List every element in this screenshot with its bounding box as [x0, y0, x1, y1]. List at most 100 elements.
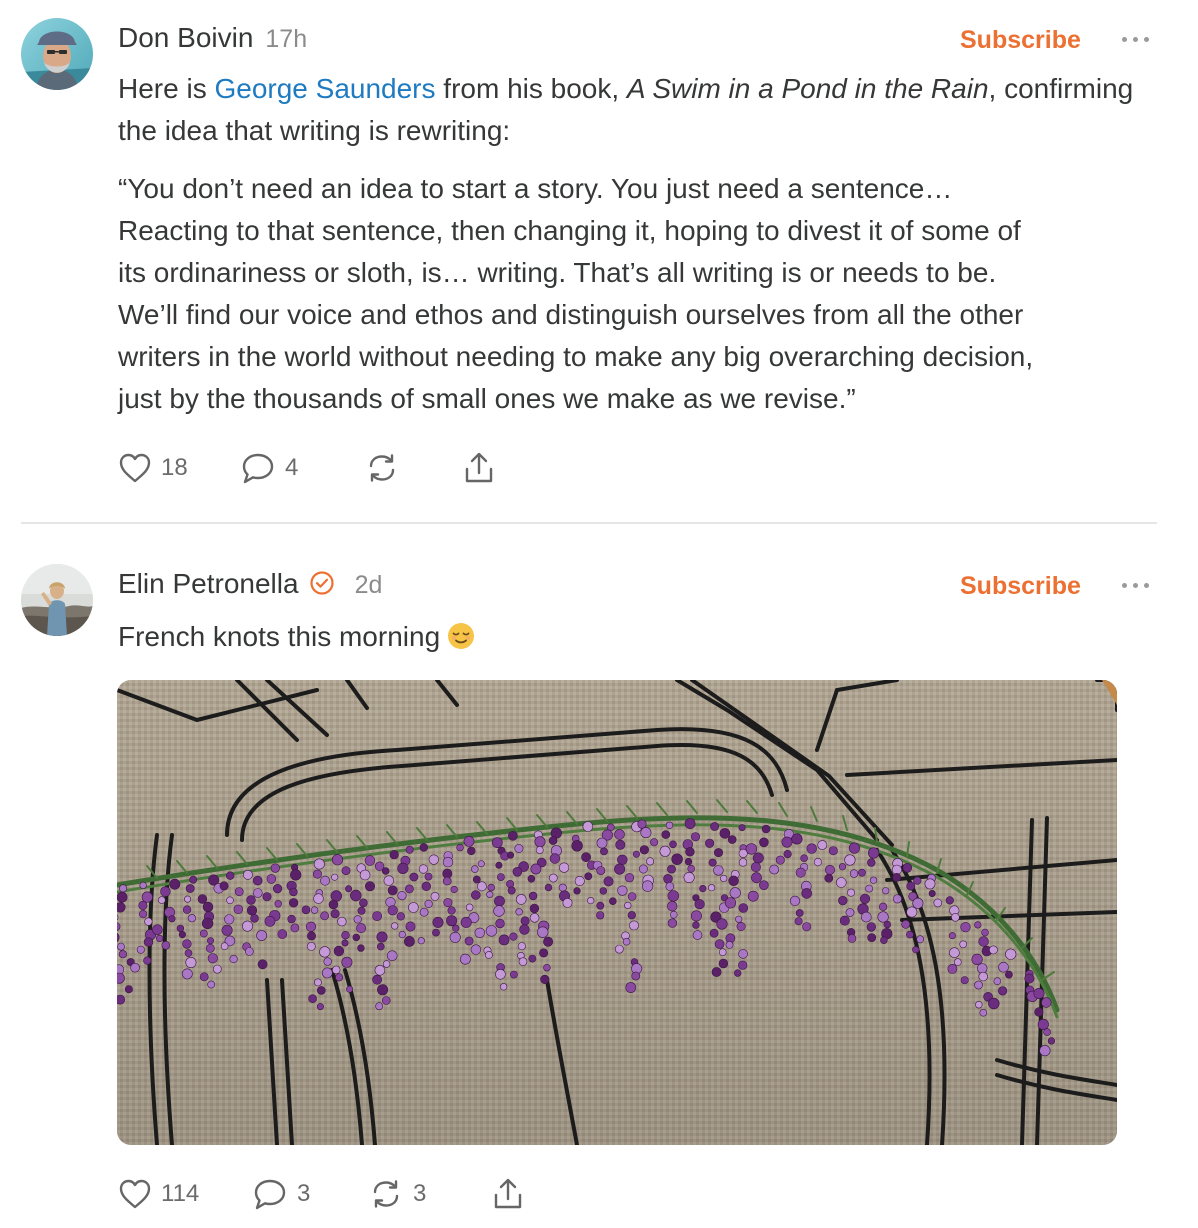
french-knot — [356, 923, 367, 934]
like-count: 18 — [161, 454, 188, 481]
author-link[interactable]: George Saunders — [214, 73, 435, 104]
author-name[interactable]: Don Boivin 17h — [118, 22, 307, 54]
french-knot — [614, 863, 626, 875]
share-button[interactable] — [490, 1174, 526, 1214]
french-knot — [637, 819, 647, 829]
restack-button[interactable] — [364, 448, 409, 488]
french-knot — [345, 885, 353, 893]
french-knot — [321, 967, 333, 979]
share-icon — [465, 452, 493, 483]
more-options-icon[interactable] — [1122, 36, 1152, 44]
french-knot — [509, 970, 518, 979]
share-button[interactable] — [461, 448, 497, 488]
french-knot — [535, 846, 544, 854]
comment-button[interactable]: 4 — [240, 448, 298, 488]
french-knot — [528, 954, 537, 963]
french-knot — [667, 918, 678, 928]
french-knot — [417, 937, 425, 945]
french-knot — [273, 884, 283, 894]
french-knot — [301, 905, 311, 915]
french-knot — [333, 945, 345, 957]
restack-button[interactable]: 3 — [368, 1174, 426, 1214]
french-knot — [507, 886, 516, 895]
french-knot — [878, 902, 888, 912]
like-button[interactable]: 114 — [118, 1174, 199, 1214]
subscribe-button[interactable]: Subscribe — [960, 26, 1081, 55]
french-knot — [933, 898, 943, 908]
french-knot — [130, 962, 140, 973]
french-knot — [906, 881, 916, 891]
french-knot — [464, 936, 474, 946]
french-knot — [306, 941, 316, 951]
french-knot — [199, 929, 208, 938]
french-knot — [949, 947, 960, 959]
author-name[interactable]: Elin Petronella 2d — [118, 568, 382, 600]
french-knot — [738, 858, 748, 867]
french-knot — [571, 840, 583, 852]
french-knot — [375, 1002, 384, 1011]
french-knot — [182, 905, 192, 914]
french-knot — [641, 880, 654, 892]
french-knot — [207, 937, 215, 945]
author-name-text[interactable]: Elin Petronella — [118, 568, 299, 599]
comment-icon — [242, 453, 274, 484]
french-knot — [847, 934, 857, 943]
french-knot — [867, 847, 880, 859]
french-knot — [975, 1001, 983, 1009]
french-knot — [892, 872, 902, 882]
like-button[interactable]: 18 — [118, 448, 188, 488]
french-knot — [289, 887, 298, 897]
french-knot — [320, 875, 330, 886]
french-knot — [650, 838, 659, 847]
avatar[interactable] — [21, 564, 93, 636]
french-knot — [738, 903, 749, 913]
french-knot — [880, 936, 888, 945]
french-knot — [559, 862, 570, 873]
french-knot — [287, 914, 296, 924]
french-knot — [157, 896, 166, 904]
french-knot — [906, 930, 914, 939]
relieved-face-emoji-icon — [448, 623, 475, 649]
french-knot — [733, 969, 742, 977]
french-knot — [599, 887, 607, 895]
subscribe-button[interactable]: Subscribe — [960, 572, 1081, 601]
post-time[interactable]: 17h — [265, 25, 307, 53]
author-name-text[interactable]: Don Boivin — [118, 22, 253, 53]
french-knot — [320, 911, 329, 921]
share-icon — [494, 1178, 522, 1209]
french-knot — [199, 972, 209, 982]
french-knot — [892, 894, 902, 904]
post-time[interactable]: 2d — [355, 571, 383, 599]
french-knot — [638, 864, 648, 874]
french-knot — [795, 909, 804, 917]
french-knot — [548, 873, 558, 883]
more-options-icon[interactable] — [1122, 582, 1152, 590]
french-knot — [229, 954, 238, 964]
french-knot — [119, 884, 128, 893]
french-knot — [220, 942, 229, 951]
french-knot — [409, 872, 419, 882]
french-knot — [382, 960, 391, 968]
post-image[interactable] — [117, 680, 1117, 1145]
french-knot — [806, 843, 817, 854]
french-knot — [624, 901, 632, 909]
french-knot — [690, 910, 702, 922]
comment-button[interactable]: 3 — [252, 1174, 310, 1214]
french-knot — [519, 924, 530, 935]
french-knot — [665, 821, 674, 830]
french-knot — [844, 854, 856, 866]
french-knot — [389, 850, 399, 860]
french-knot — [865, 884, 873, 893]
french-knot — [614, 829, 625, 840]
french-knot — [719, 828, 731, 839]
french-knot — [341, 939, 349, 947]
french-knot — [124, 985, 133, 994]
french-knot — [485, 925, 498, 937]
french-knot — [724, 897, 737, 909]
post-text: French knots this morning — [118, 616, 1148, 658]
french-knot — [627, 911, 636, 920]
french-knot — [669, 910, 678, 919]
avatar[interactable] — [21, 18, 93, 90]
french-knot — [1024, 973, 1035, 984]
french-knot — [838, 895, 848, 906]
